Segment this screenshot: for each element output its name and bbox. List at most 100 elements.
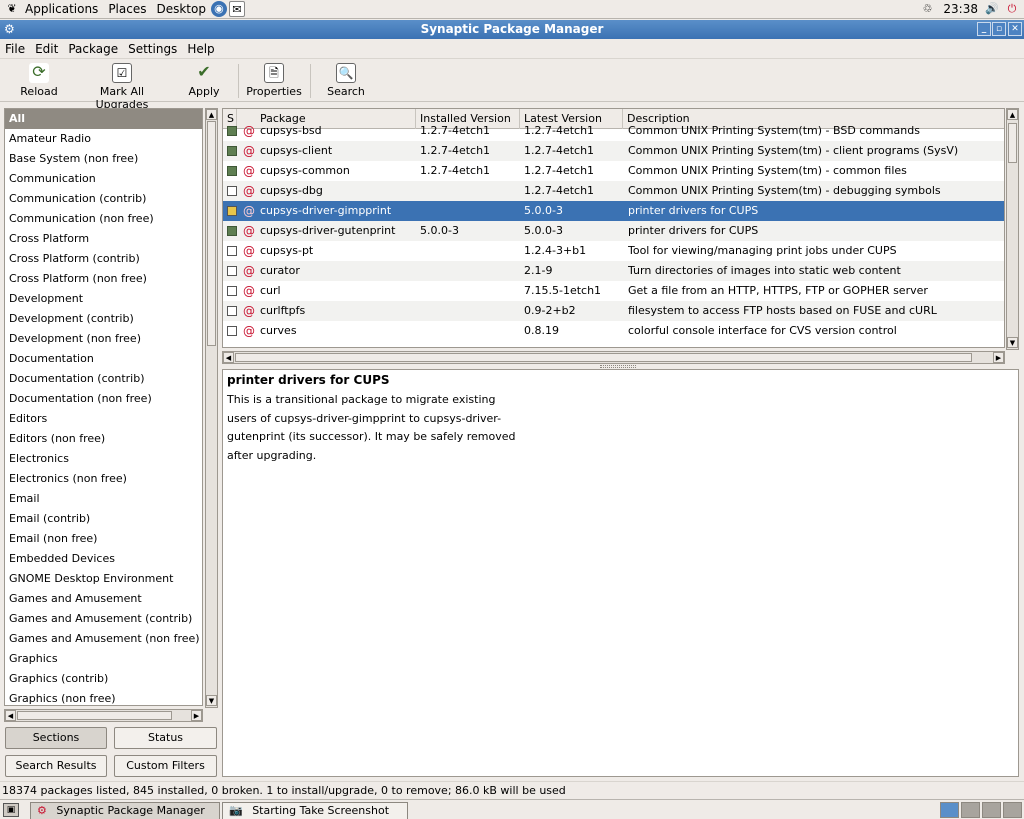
section-item[interactable]: Games and Amusement (5, 589, 202, 609)
properties-button[interactable]: 🗎 Properties (246, 63, 302, 98)
update-notifier-icon[interactable]: ♲ (919, 1, 935, 17)
menu-help[interactable]: Help (182, 42, 219, 56)
menu-edit[interactable]: Edit (30, 42, 63, 56)
email-launcher-icon[interactable]: ✉ (228, 1, 245, 17)
minimize-button[interactable]: _ (977, 22, 991, 36)
package-status-checkbox[interactable] (227, 126, 237, 136)
section-item[interactable]: Electronics (5, 449, 202, 469)
section-item[interactable]: Development (non free) (5, 329, 202, 349)
scroll-thumb[interactable] (235, 353, 972, 362)
desktop-menu[interactable]: Desktop (151, 0, 211, 19)
scroll-thumb[interactable] (1008, 123, 1017, 163)
section-item[interactable]: Development (5, 289, 202, 309)
section-item[interactable]: Editors (non free) (5, 429, 202, 449)
table-row[interactable]: @ curator 2.1-9 Turn directories of images … (223, 261, 1004, 281)
clock[interactable]: 23:38 (943, 2, 978, 16)
package-status-checkbox[interactable] (227, 246, 237, 256)
package-status-checkbox[interactable] (227, 266, 237, 276)
scroll-down-arrow[interactable]: ▼ (206, 695, 217, 706)
section-item[interactable]: Embedded Devices (5, 549, 202, 569)
table-row[interactable]: @ curves 0.8.19 colorful console interface … (223, 321, 1004, 341)
mark-all-upgrades-button[interactable]: ☑ Mark All Upgrades (72, 63, 172, 111)
scroll-left-arrow[interactable]: ◀ (223, 352, 234, 363)
table-row[interactable]: @ cupsys-client 1.2.7-4etch1 1.2.7-4etch1 Co… (223, 141, 1004, 161)
menu-file[interactable]: File (0, 42, 30, 56)
table-row[interactable]: @ cupsys-pt 1.2.4-3+b1 Tool for viewing/man… (223, 241, 1004, 261)
section-item[interactable]: Graphics (contrib) (5, 669, 202, 689)
search-results-filter-button[interactable]: Search Results (5, 755, 107, 777)
section-item[interactable]: GNOME Desktop Environment (5, 569, 202, 589)
web-browser-launcher-icon[interactable]: ◉ (210, 1, 227, 17)
maximize-button[interactable]: ▫ (992, 22, 1006, 36)
section-item[interactable]: All (5, 109, 202, 129)
task-synaptic[interactable]: ⚙ Synaptic Package Manager (30, 802, 220, 819)
package-status-checkbox[interactable] (227, 206, 237, 216)
window-menu-icon[interactable]: ⚙ (4, 20, 15, 39)
table-row[interactable]: @ curlftpfs 0.9-2+b2 filesystem to access F… (223, 301, 1004, 321)
sections-filter-button[interactable]: Sections (5, 727, 107, 749)
task-take-screenshot[interactable]: 📷 Starting Take Screenshot (222, 802, 408, 819)
package-table-vscrollbar[interactable]: ▲ ▼ (1006, 108, 1019, 350)
package-status-checkbox[interactable] (227, 226, 237, 236)
section-item[interactable]: Cross Platform (5, 229, 202, 249)
menu-package[interactable]: Package (63, 42, 123, 56)
section-item[interactable]: Documentation (contrib) (5, 369, 202, 389)
scroll-up-arrow[interactable]: ▲ (206, 109, 217, 120)
scroll-thumb[interactable] (17, 711, 172, 720)
search-button[interactable]: 🔍 Search (324, 63, 368, 98)
workspace-4[interactable] (1003, 802, 1022, 818)
section-item[interactable]: Amateur Radio (5, 129, 202, 149)
section-list-hscrollbar[interactable]: ◀ ▶ (4, 709, 203, 722)
section-item[interactable]: Graphics (non free) (5, 689, 202, 705)
package-table-hscrollbar[interactable]: ◀ ▶ (222, 351, 1005, 364)
section-item[interactable]: Games and Amusement (contrib) (5, 609, 202, 629)
applications-menu[interactable]: Applications (20, 0, 103, 19)
shutdown-icon[interactable]: ⏻ (1004, 1, 1020, 17)
workspace-2[interactable] (961, 802, 980, 818)
package-status-checkbox[interactable] (227, 146, 237, 156)
table-row[interactable]: @ cupsys-bsd 1.2.7-4etch1 1.2.7-4etch1 Commo… (223, 121, 1004, 141)
package-status-checkbox[interactable] (227, 326, 237, 336)
apply-button[interactable]: ✔ Apply (184, 63, 224, 99)
package-status-checkbox[interactable] (227, 306, 237, 316)
section-item[interactable]: Communication (5, 169, 202, 189)
table-row[interactable]: @ cupsys-driver-gimpprint 5.0.0-3 printer d… (223, 201, 1004, 221)
section-item[interactable]: Games and Amusement (non free) (5, 629, 202, 649)
workspace-3[interactable] (982, 802, 1001, 818)
table-row[interactable]: @ cupsys-common 1.2.7-4etch1 1.2.7-4etch1 Co… (223, 161, 1004, 181)
close-button[interactable]: ✕ (1008, 22, 1022, 36)
section-item[interactable]: Cross Platform (non free) (5, 269, 202, 289)
section-item[interactable]: Documentation (5, 349, 202, 369)
section-item[interactable]: Documentation (non free) (5, 389, 202, 409)
section-list[interactable]: All Amateur Radio Base System (non free) Co… (4, 108, 203, 706)
package-table[interactable]: S Package Installed Version Latest Versi… (222, 108, 1005, 348)
section-item[interactable]: Email (contrib) (5, 509, 202, 529)
section-item[interactable]: Communication (contrib) (5, 189, 202, 209)
section-item[interactable]: Development (contrib) (5, 309, 202, 329)
section-item[interactable]: Cross Platform (contrib) (5, 249, 202, 269)
scroll-thumb[interactable] (207, 121, 216, 346)
pane-splitter-handle[interactable] (600, 365, 636, 368)
scroll-up-arrow[interactable]: ▲ (1007, 109, 1018, 120)
volume-icon[interactable]: 🔊 (984, 1, 1000, 17)
package-status-checkbox[interactable] (227, 286, 237, 296)
package-status-checkbox[interactable] (227, 186, 237, 196)
scroll-left-arrow[interactable]: ◀ (5, 710, 16, 721)
section-item[interactable]: Email (5, 489, 202, 509)
section-item[interactable]: Editors (5, 409, 202, 429)
section-item[interactable]: Communication (non free) (5, 209, 202, 229)
section-item[interactable]: Electronics (non free) (5, 469, 202, 489)
places-menu[interactable]: Places (103, 0, 151, 19)
window-titlebar[interactable]: ⚙ Synaptic Package Manager _ ▫ ✕ (0, 20, 1024, 39)
section-item[interactable]: Graphics (5, 649, 202, 669)
scroll-right-arrow[interactable]: ▶ (993, 352, 1004, 363)
reload-button[interactable]: ⟳ Reload (16, 63, 62, 99)
table-row[interactable]: @ curl 7.15.5-1etch1 Get a file from an HTT… (223, 281, 1004, 301)
gnome-foot-icon[interactable]: ❦ (4, 1, 20, 17)
package-status-checkbox[interactable] (227, 166, 237, 176)
table-row[interactable]: @ cupsys-driver-gutenprint 5.0.0-3 5.0.0-3 p… (223, 221, 1004, 241)
workspace-1[interactable] (940, 802, 959, 818)
scroll-right-arrow[interactable]: ▶ (191, 710, 202, 721)
scroll-down-arrow[interactable]: ▼ (1007, 337, 1018, 348)
table-row[interactable]: @ cupsys-dbg 1.2.7-4etch1 Common UNIX Print… (223, 181, 1004, 201)
